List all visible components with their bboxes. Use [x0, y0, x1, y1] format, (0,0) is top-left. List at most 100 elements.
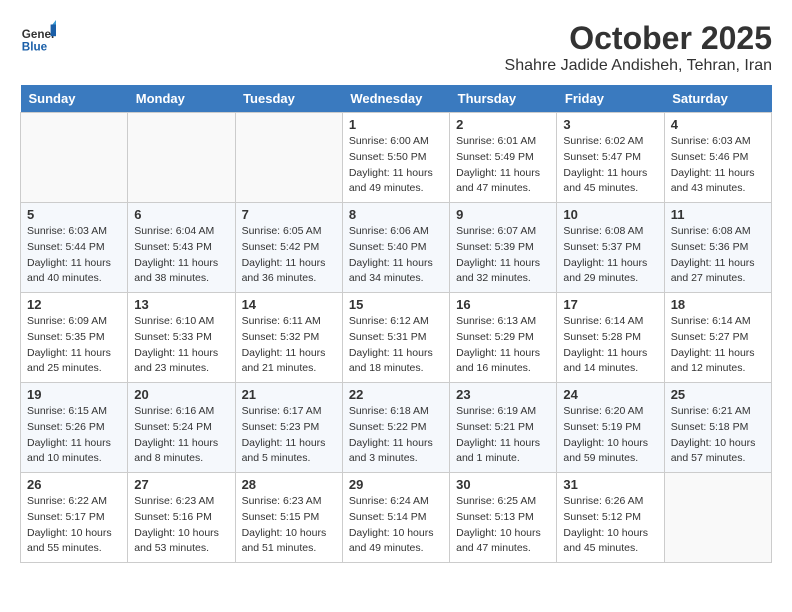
calendar-cell: 11 Sunrise: 6:08 AM Sunset: 5:36 PM Dayli…	[664, 203, 771, 293]
calendar-cell: 4Sunrise: 6:03 AM Sunset: 5:46 PM Daylig…	[664, 113, 771, 203]
calendar-cell: 12 Sunrise: 6:09 AM Sunset: 5:35 PM Dayli…	[21, 293, 128, 383]
weekday-header-saturday: Saturday	[664, 85, 771, 113]
day-info: Sunrise: 6:08 AM Sunset: 5:37 PM Dayligh…	[563, 224, 657, 287]
day-info: Sunrise: 6:13 AM Sunset: 5:29 PM Dayligh…	[456, 314, 550, 377]
day-info: Sunrise: 6:15 AM Sunset: 5:26 PM Dayligh…	[27, 404, 121, 467]
day-info: Sunrise: 6:23 AM Sunset: 5:16 PM Dayligh…	[134, 494, 228, 557]
calendar-cell: 16 Sunrise: 6:13 AM Sunset: 5:29 PM Dayli…	[450, 293, 557, 383]
calendar-cell: 13 Sunrise: 6:10 AM Sunset: 5:33 PM Dayli…	[128, 293, 235, 383]
day-number: 13	[134, 297, 228, 312]
day-number: 11	[671, 207, 765, 222]
day-number: 25	[671, 387, 765, 402]
day-number: 21	[242, 387, 336, 402]
day-number: 23	[456, 387, 550, 402]
day-number: 14	[242, 297, 336, 312]
day-number: 16	[456, 297, 550, 312]
weekday-header-wednesday: Wednesday	[342, 85, 449, 113]
calendar-cell: 28Sunrise: 6:23 AM Sunset: 5:15 PM Dayli…	[235, 473, 342, 563]
calendar-header-row: SundayMondayTuesdayWednesdayThursdayFrid…	[21, 85, 772, 113]
month-title: October 2025	[505, 20, 772, 57]
calendar-cell: 17Sunrise: 6:14 AM Sunset: 5:28 PM Dayli…	[557, 293, 664, 383]
calendar-cell: 31Sunrise: 6:26 AM Sunset: 5:12 PM Dayli…	[557, 473, 664, 563]
day-info: Sunrise: 6:11 AM Sunset: 5:32 PM Dayligh…	[242, 314, 336, 377]
day-info: Sunrise: 6:22 AM Sunset: 5:17 PM Dayligh…	[27, 494, 121, 557]
calendar-cell: 18 Sunrise: 6:14 AM Sunset: 5:27 PM Dayli…	[664, 293, 771, 383]
day-info: Sunrise: 6:00 AM Sunset: 5:50 PM Dayligh…	[349, 134, 443, 197]
calendar-table: SundayMondayTuesdayWednesdayThursdayFrid…	[20, 85, 772, 563]
day-info: Sunrise: 6:03 AM Sunset: 5:44 PM Dayligh…	[27, 224, 121, 287]
calendar-cell	[235, 113, 342, 203]
svg-text:Blue: Blue	[22, 41, 48, 54]
day-number: 28	[242, 477, 336, 492]
day-number: 15	[349, 297, 443, 312]
calendar-cell: 6Sunrise: 6:04 AM Sunset: 5:43 PM Daylig…	[128, 203, 235, 293]
day-number: 19	[27, 387, 121, 402]
calendar-cell: 26 Sunrise: 6:22 AM Sunset: 5:17 PM Dayli…	[21, 473, 128, 563]
day-number: 31	[563, 477, 657, 492]
day-number: 30	[456, 477, 550, 492]
day-info: Sunrise: 6:18 AM Sunset: 5:22 PM Dayligh…	[349, 404, 443, 467]
day-number: 4	[671, 117, 765, 132]
calendar-cell: 3Sunrise: 6:02 AM Sunset: 5:47 PM Daylig…	[557, 113, 664, 203]
calendar-cell: 24 Sunrise: 6:20 AM Sunset: 5:19 PM Dayli…	[557, 383, 664, 473]
calendar-cell: 15 Sunrise: 6:12 AM Sunset: 5:31 PM Dayli…	[342, 293, 449, 383]
day-number: 18	[671, 297, 765, 312]
day-info: Sunrise: 6:05 AM Sunset: 5:42 PM Dayligh…	[242, 224, 336, 287]
calendar-cell: 9Sunrise: 6:07 AM Sunset: 5:39 PM Daylig…	[450, 203, 557, 293]
calendar-cell: 2Sunrise: 6:01 AM Sunset: 5:49 PM Daylig…	[450, 113, 557, 203]
calendar-cell: 30 Sunrise: 6:25 AM Sunset: 5:13 PM Dayli…	[450, 473, 557, 563]
day-info: Sunrise: 6:09 AM Sunset: 5:35 PM Dayligh…	[27, 314, 121, 377]
calendar-week-row: 12 Sunrise: 6:09 AM Sunset: 5:35 PM Dayli…	[21, 293, 772, 383]
calendar-cell: 14 Sunrise: 6:11 AM Sunset: 5:32 PM Dayli…	[235, 293, 342, 383]
calendar-cell	[128, 113, 235, 203]
page-header: General Blue October 2025 Shahre Jadide …	[20, 20, 772, 75]
day-number: 24	[563, 387, 657, 402]
day-info: Sunrise: 6:17 AM Sunset: 5:23 PM Dayligh…	[242, 404, 336, 467]
calendar-cell: 25 Sunrise: 6:21 AM Sunset: 5:18 PM Dayli…	[664, 383, 771, 473]
calendar-cell: 10 Sunrise: 6:08 AM Sunset: 5:37 PM Dayli…	[557, 203, 664, 293]
day-info: Sunrise: 6:20 AM Sunset: 5:19 PM Dayligh…	[563, 404, 657, 467]
day-number: 5	[27, 207, 121, 222]
day-number: 20	[134, 387, 228, 402]
day-number: 12	[27, 297, 121, 312]
day-info: Sunrise: 6:21 AM Sunset: 5:18 PM Dayligh…	[671, 404, 765, 467]
day-number: 10	[563, 207, 657, 222]
day-info: Sunrise: 6:10 AM Sunset: 5:33 PM Dayligh…	[134, 314, 228, 377]
day-number: 22	[349, 387, 443, 402]
location: Shahre Jadide Andisheh, Tehran, Iran	[505, 57, 772, 75]
day-number: 7	[242, 207, 336, 222]
weekday-header-tuesday: Tuesday	[235, 85, 342, 113]
day-number: 26	[27, 477, 121, 492]
day-number: 3	[563, 117, 657, 132]
day-info: Sunrise: 6:08 AM Sunset: 5:36 PM Dayligh…	[671, 224, 765, 287]
day-info: Sunrise: 6:12 AM Sunset: 5:31 PM Dayligh…	[349, 314, 443, 377]
calendar-cell: 27 Sunrise: 6:23 AM Sunset: 5:16 PM Dayli…	[128, 473, 235, 563]
day-number: 9	[456, 207, 550, 222]
calendar-cell: 7 Sunrise: 6:05 AM Sunset: 5:42 PM Daylig…	[235, 203, 342, 293]
calendar-cell: 22 Sunrise: 6:18 AM Sunset: 5:22 PM Dayli…	[342, 383, 449, 473]
day-number: 27	[134, 477, 228, 492]
weekday-header-monday: Monday	[128, 85, 235, 113]
calendar-cell: 21 Sunrise: 6:17 AM Sunset: 5:23 PM Dayli…	[235, 383, 342, 473]
calendar-cell: 8 Sunrise: 6:06 AM Sunset: 5:40 PM Daylig…	[342, 203, 449, 293]
day-number: 17	[563, 297, 657, 312]
calendar-cell: 20Sunrise: 6:16 AM Sunset: 5:24 PM Dayli…	[128, 383, 235, 473]
day-info: Sunrise: 6:06 AM Sunset: 5:40 PM Dayligh…	[349, 224, 443, 287]
calendar-cell	[664, 473, 771, 563]
day-number: 8	[349, 207, 443, 222]
day-info: Sunrise: 6:14 AM Sunset: 5:27 PM Dayligh…	[671, 314, 765, 377]
calendar-cell: 19 Sunrise: 6:15 AM Sunset: 5:26 PM Dayli…	[21, 383, 128, 473]
day-number: 1	[349, 117, 443, 132]
calendar-week-row: 19 Sunrise: 6:15 AM Sunset: 5:26 PM Dayli…	[21, 383, 772, 473]
calendar-week-row: 1 Sunrise: 6:00 AM Sunset: 5:50 PM Daylig…	[21, 113, 772, 203]
weekday-header-friday: Friday	[557, 85, 664, 113]
title-block: October 2025 Shahre Jadide Andisheh, Teh…	[505, 20, 772, 75]
day-info: Sunrise: 6:19 AM Sunset: 5:21 PM Dayligh…	[456, 404, 550, 467]
day-number: 29	[349, 477, 443, 492]
weekday-header-sunday: Sunday	[21, 85, 128, 113]
calendar-cell: 23 Sunrise: 6:19 AM Sunset: 5:21 PM Dayli…	[450, 383, 557, 473]
calendar-cell: 29Sunrise: 6:24 AM Sunset: 5:14 PM Dayli…	[342, 473, 449, 563]
day-info: Sunrise: 6:25 AM Sunset: 5:13 PM Dayligh…	[456, 494, 550, 557]
calendar-cell: 1 Sunrise: 6:00 AM Sunset: 5:50 PM Daylig…	[342, 113, 449, 203]
day-info: Sunrise: 6:01 AM Sunset: 5:49 PM Dayligh…	[456, 134, 550, 197]
